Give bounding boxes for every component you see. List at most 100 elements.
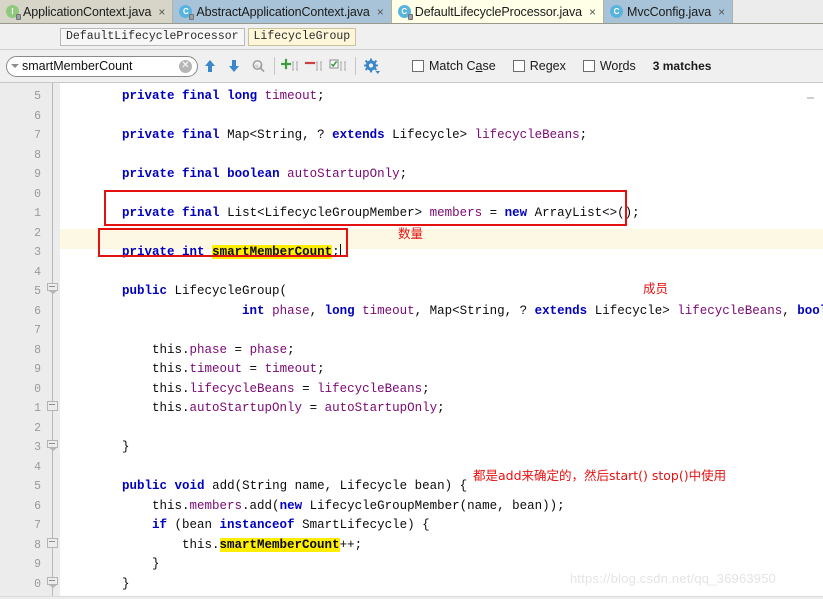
tab-label: DefaultLifecycleProcessor.java [414,4,582,19]
regex-label: Regex [529,59,566,73]
line-number: 1 [34,402,41,415]
line-number: 6 [34,499,41,513]
code-line[interactable]: this.phase = phase; [60,341,823,361]
line-number: 5 [34,480,41,493]
line-number: 6 [34,109,41,123]
tab-close-icon[interactable]: × [589,6,596,18]
code-line[interactable]: this.smartMemberCount++; [60,536,823,556]
select-all-occurrences-icon[interactable] [327,54,351,78]
interface-icon: I [6,5,21,20]
ide-window: I ApplicationContext.java × C AbstractAp… [0,0,823,600]
code-line[interactable] [60,107,823,127]
words-checkbox[interactable] [582,60,595,72]
line-number: 8 [34,538,41,552]
class-icon: C [179,5,195,20]
editor-tab-defaultlifecycleprocessor[interactable]: C DefaultLifecycleProcessor.java × [391,0,605,23]
code-line[interactable] [60,146,823,166]
code-line[interactable]: this.members.add(new LifecycleGroupMembe… [60,497,823,517]
line-number: 4 [34,460,41,474]
editor-tab-mvcconfig[interactable]: C MvcConfig.java × [604,0,734,23]
code-text-area[interactable]: private final long timeout; private fina… [60,83,823,599]
line-number: 6 [34,304,41,318]
line-number-gutter: 56789012345678901234567890123 [0,83,46,599]
tab-bar-filler [733,0,823,23]
line-number: 7 [34,519,41,532]
line-number: 9 [34,168,41,181]
class-icon: C [397,5,413,20]
tab-close-icon[interactable]: × [158,6,165,18]
line-number: 0 [34,382,41,396]
chevron-down-icon[interactable] [11,64,19,68]
find-next-icon[interactable] [222,54,246,78]
match-count-label: 3 matches [652,59,712,73]
line-number: 2 [34,421,41,435]
code-line[interactable]: int phase, long timeout, Map<String, ? e… [60,302,823,322]
search-input[interactable] [22,59,179,73]
watermark: https://blog.csdn.net/qq_36963950 [570,571,777,586]
code-line[interactable] [60,185,823,205]
tab-close-icon[interactable]: × [377,6,384,18]
editor-tab-applicationcontext[interactable]: I ApplicationContext.java × [0,0,174,23]
line-number: 7 [34,129,41,142]
tab-label: ApplicationContext.java [23,4,152,19]
code-line[interactable]: private int smartMemberCount; [60,243,823,263]
code-line[interactable]: this.autoStartupOnly = autoStartupOnly; [60,399,823,419]
fold-widget-add-method[interactable] [47,440,58,451]
code-editor[interactable]: 56789012345678901234567890123 private fi… [0,83,823,599]
code-line[interactable]: private final Map<String, ? extends Life… [60,126,823,146]
fold-widget-constructor[interactable] [47,283,58,294]
line-number: 9 [34,363,41,376]
line-number: 0 [34,577,41,591]
tab-label: AbstractApplicationContext.java [196,4,370,19]
tab-close-icon[interactable]: × [718,6,725,18]
line-number: 0 [34,187,41,201]
line-number: 7 [34,324,41,337]
regex-option[interactable]: Regex [512,59,566,73]
tab-label: MvcConfig.java [627,4,712,19]
annotation-members: 成员 [643,281,669,296]
code-line[interactable]: public LifecycleGroup( [60,282,823,302]
toolbar-separator-2 [355,57,356,75]
code-line[interactable] [60,263,823,283]
editor-tab-abstractapplicationcontext[interactable]: C AbstractApplicationContext.java × [173,0,392,23]
code-line[interactable] [60,224,823,244]
fold-widget-if-block[interactable] [47,538,58,549]
clear-search-icon[interactable]: ✕ [179,59,192,73]
add-selection-icon[interactable] [279,54,303,78]
words-label: Words [599,59,636,73]
remove-selection-icon[interactable] [303,54,327,78]
fold-widget-start-method[interactable] [47,577,58,588]
filter-settings-icon[interactable] [360,54,384,78]
code-line[interactable]: } [60,438,823,458]
line-number: 8 [34,148,41,162]
code-line[interactable] [60,419,823,439]
match-case-label: Match Case [429,59,496,73]
find-all-icon[interactable]: ALL [246,54,270,78]
fold-widget-constructor-end[interactable] [47,401,58,412]
code-folding-gutter[interactable] [46,83,60,599]
search-field[interactable]: ✕ [6,55,198,77]
code-line[interactable]: this.timeout = timeout; [60,360,823,380]
find-toolbar: ✕ ALL [0,50,823,83]
code-line[interactable]: private final long timeout; [60,87,823,107]
code-line[interactable] [60,321,823,341]
fold-guide-line [52,83,53,599]
scrollbar-marker[interactable] [807,97,814,99]
line-number: 3 [34,246,41,259]
match-case-checkbox[interactable] [412,60,424,72]
line-number: 2 [34,226,41,240]
words-option[interactable]: Words [582,59,636,73]
regex-checkbox[interactable] [512,60,525,72]
match-case-option[interactable]: Match Case [412,59,496,73]
annotation-add-usage: 都是add来确定的，然后start() stop()中使用 [473,468,727,483]
annotation-count: 数量 [398,226,424,241]
code-line[interactable]: this.lifecycleBeans = lifecycleBeans; [60,380,823,400]
breadcrumb-item-class[interactable]: DefaultLifecycleProcessor [60,27,245,46]
class-icon: C [610,5,624,18]
toolbar-separator-1 [274,57,275,75]
code-line[interactable]: if (bean instanceof SmartLifecycle) { [60,516,823,536]
breadcrumb-item-inner-class[interactable]: LifecycleGroup [247,27,357,46]
code-line[interactable]: private final List<LifecycleGroupMember>… [60,204,823,224]
find-previous-icon[interactable] [198,54,222,78]
code-line[interactable]: private final boolean autoStartupOnly; [60,165,823,185]
